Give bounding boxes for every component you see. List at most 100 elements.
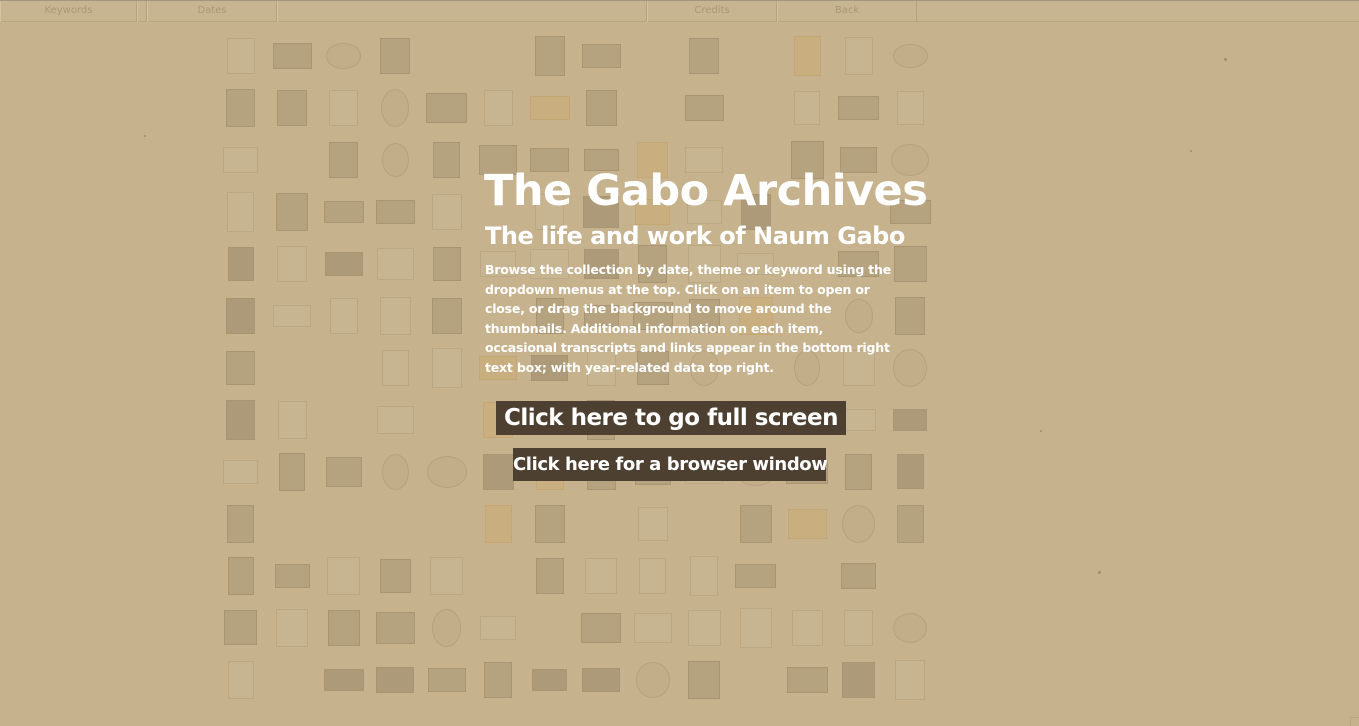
nav-back-menu[interactable]: Back xyxy=(777,1,917,22)
thumbnail-item[interactable] xyxy=(896,454,924,490)
thumbnail-item[interactable] xyxy=(276,608,309,648)
nav-credits-menu[interactable]: Credits xyxy=(647,1,777,22)
thumbnail-item[interactable] xyxy=(581,613,622,643)
thumbnail-item[interactable] xyxy=(431,348,462,388)
thumbnail-item[interactable] xyxy=(426,456,467,488)
thumbnail-item[interactable] xyxy=(226,88,256,128)
thumbnail-item[interactable] xyxy=(793,36,821,76)
thumbnail-item[interactable] xyxy=(484,505,512,543)
thumbnail-item[interactable] xyxy=(431,297,462,335)
thumbnail-item[interactable] xyxy=(639,557,667,595)
thumbnail-item[interactable] xyxy=(375,200,415,224)
thumbnail-item[interactable] xyxy=(483,89,513,127)
thumbnail-item[interactable] xyxy=(794,90,821,126)
thumbnail-item[interactable] xyxy=(684,94,724,122)
thumbnail-item[interactable] xyxy=(227,556,254,596)
thumbnail-item[interactable] xyxy=(226,350,256,386)
thumbnail-item[interactable] xyxy=(845,453,873,491)
thumbnail-item[interactable] xyxy=(323,200,364,224)
thumbnail-item[interactable] xyxy=(226,37,255,75)
thumbnail-item[interactable] xyxy=(688,660,721,699)
thumbnail-item[interactable] xyxy=(276,192,309,232)
thumbnail-item[interactable] xyxy=(380,37,411,75)
thumbnail-item[interactable] xyxy=(532,668,568,692)
thumbnail-item[interactable] xyxy=(430,556,463,595)
thumbnail-item[interactable] xyxy=(844,37,873,75)
thumbnail-item[interactable] xyxy=(327,610,360,646)
thumbnail-item[interactable] xyxy=(329,298,358,334)
thumbnail-item[interactable] xyxy=(277,89,307,127)
thumbnail-item[interactable] xyxy=(892,43,928,69)
thumbnail-item[interactable] xyxy=(535,557,564,595)
thumbnail-item[interactable] xyxy=(327,556,361,596)
thumbnail-item[interactable] xyxy=(585,89,617,127)
thumbnail-item[interactable] xyxy=(381,142,409,177)
thumbnail-item[interactable] xyxy=(689,38,720,74)
thumbnail-item[interactable] xyxy=(227,192,255,232)
thumbnail-item[interactable] xyxy=(274,563,310,589)
thumbnail-item[interactable] xyxy=(484,662,513,698)
thumbnail-item[interactable] xyxy=(326,42,362,70)
thumbnail-item[interactable] xyxy=(224,610,258,646)
thumbnail-item[interactable] xyxy=(893,408,928,432)
thumbnail-item[interactable] xyxy=(279,453,306,491)
thumbnail-item[interactable] xyxy=(226,400,256,440)
thumbnail-item[interactable] xyxy=(633,613,672,643)
thumbnail-item[interactable] xyxy=(896,505,924,543)
thumbnail-item[interactable] xyxy=(432,609,462,647)
thumbnail-item[interactable] xyxy=(635,661,670,699)
thumbnail-item[interactable] xyxy=(273,304,312,328)
thumbnail-item[interactable] xyxy=(426,93,468,123)
thumbnail-item[interactable] xyxy=(376,405,414,435)
thumbnail-item[interactable] xyxy=(323,668,364,692)
thumbnail-item[interactable] xyxy=(787,509,827,539)
thumbnail-item[interactable] xyxy=(324,251,363,277)
thumbnail-item[interactable] xyxy=(227,504,255,544)
thumbnail-item[interactable] xyxy=(227,246,254,282)
thumbnail-item[interactable] xyxy=(329,142,359,178)
thumbnail-item[interactable] xyxy=(431,194,462,230)
thumbnail-item[interactable] xyxy=(381,349,409,387)
nav-dates-menu[interactable]: Dates xyxy=(147,1,277,22)
thumbnail-item[interactable] xyxy=(735,563,777,589)
thumbnail-item[interactable] xyxy=(226,297,256,335)
thumbnail-item[interactable] xyxy=(433,141,461,179)
browser-window-button[interactable]: Click here for a browser window xyxy=(513,448,828,481)
thumbnail-item[interactable] xyxy=(227,660,254,700)
thumbnail-item[interactable] xyxy=(381,454,409,490)
thumbnail-item[interactable] xyxy=(739,608,772,648)
thumbnail-item[interactable] xyxy=(791,610,823,646)
thumbnail-item[interactable] xyxy=(841,562,877,590)
thumbnail-item[interactable] xyxy=(585,557,618,595)
thumbnail-item[interactable] xyxy=(895,660,926,700)
thumbnail-item[interactable] xyxy=(379,297,411,335)
thumbnail-item[interactable] xyxy=(376,666,415,694)
thumbnail-item[interactable] xyxy=(277,400,307,440)
thumbnail-item[interactable] xyxy=(838,95,880,121)
thumbnail-item[interactable] xyxy=(277,246,308,282)
thumbnail-item[interactable] xyxy=(328,90,359,126)
thumbnail-item[interactable] xyxy=(687,610,721,646)
nav-keywords-menu[interactable]: Keywords xyxy=(0,1,137,22)
thumbnail-item[interactable] xyxy=(739,504,772,544)
thumbnail-item[interactable] xyxy=(842,504,876,544)
thumbnail-item[interactable] xyxy=(534,36,565,76)
thumbnail-item[interactable] xyxy=(844,609,874,647)
thumbnail-item[interactable] xyxy=(637,506,668,542)
thumbnail-item[interactable] xyxy=(582,668,620,692)
thumbnail-item[interactable] xyxy=(581,43,621,69)
thumbnail-item[interactable] xyxy=(893,612,928,644)
thumbnail-item[interactable] xyxy=(893,245,927,283)
thumbnail-item[interactable] xyxy=(379,558,411,594)
thumbnail-item[interactable] xyxy=(427,667,466,693)
thumbnail-item[interactable] xyxy=(534,505,565,543)
thumbnail-item[interactable] xyxy=(223,459,259,485)
thumbnail-item[interactable] xyxy=(432,246,461,282)
thumbnail-item[interactable] xyxy=(690,556,719,596)
thumbnail-item[interactable] xyxy=(482,454,514,490)
thumbnail-item[interactable] xyxy=(325,456,362,488)
thumbnail-item[interactable] xyxy=(381,88,410,128)
thumbnail-item[interactable] xyxy=(841,408,876,432)
thumbnail-item[interactable] xyxy=(896,90,924,126)
thumbnail-item[interactable] xyxy=(529,95,570,121)
